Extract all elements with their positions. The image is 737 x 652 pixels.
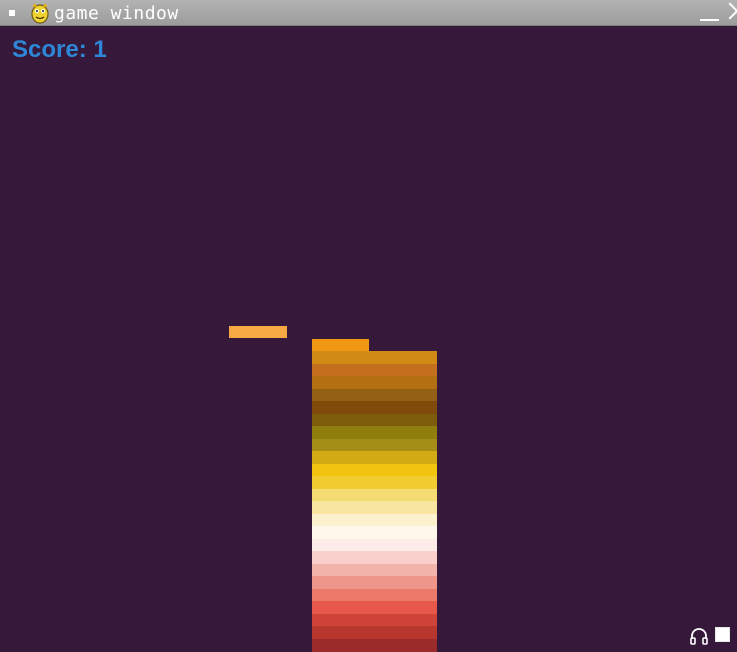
stack-block [312,363,437,377]
game-canvas[interactable] [0,27,737,652]
stack-block [312,588,437,602]
moving-block [229,326,287,338]
stack-block [312,488,437,502]
window-title: game window [54,3,179,24]
stack-block [312,601,437,614]
stack-block [312,388,437,402]
stack-block [312,526,437,539]
stack-block [312,351,437,364]
stack-block [312,613,437,627]
stack-block [312,476,437,489]
stack-block [312,513,437,527]
stack-block [312,501,437,514]
stack-block [312,413,437,427]
stack-block [312,626,437,639]
stack-block [312,563,437,577]
minimize-button[interactable] [697,0,723,26]
fullscreen-icon[interactable] [715,627,730,642]
title-bar: game window [0,0,737,26]
stack-block [312,551,437,564]
stack-block [312,463,437,477]
stack-block [312,376,437,389]
stack-block [312,438,437,452]
close-button[interactable] [724,0,737,26]
score-label: Score: 1 [12,36,107,63]
pygame-snake-icon [31,3,49,24]
stack-block [312,451,437,464]
window-menu-icon[interactable] [9,10,15,16]
top-stack-block [312,339,369,351]
headphones-icon[interactable] [689,626,709,646]
stack-block [312,638,437,652]
stack-block [312,576,437,589]
stack-block [312,426,437,439]
stack-block [312,538,437,552]
stack-block [312,401,437,414]
